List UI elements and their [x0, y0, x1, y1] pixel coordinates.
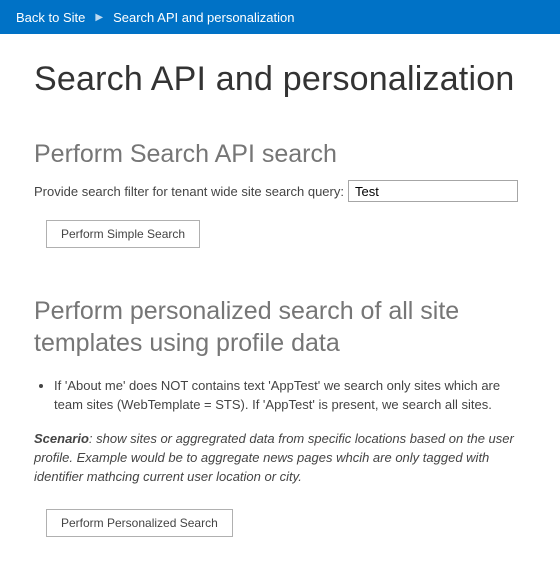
personalized-search-heading: Perform personalized search of all site … — [34, 296, 526, 359]
scenario-text: : show sites or aggregrated data from sp… — [34, 431, 514, 484]
perform-simple-search-button[interactable]: Perform Simple Search — [46, 220, 200, 248]
scenario-label: Scenario — [34, 431, 89, 446]
breadcrumb-bar: Back to Site ▶ Search API and personaliz… — [0, 0, 560, 34]
scenario-paragraph: Scenario: show sites or aggregrated data… — [34, 430, 526, 487]
search-filter-label: Provide search filter for tenant wide si… — [34, 184, 344, 199]
perform-personalized-search-button[interactable]: Perform Personalized Search — [46, 509, 233, 537]
chevron-right-icon: ▶ — [95, 12, 103, 23]
page-title: Search API and personalization — [34, 60, 526, 99]
list-item: If 'About me' does NOT contains text 'Ap… — [54, 377, 526, 415]
breadcrumb-current[interactable]: Search API and personalization — [113, 10, 294, 25]
search-filter-input[interactable] — [348, 180, 518, 202]
back-to-site-link[interactable]: Back to Site — [16, 10, 85, 25]
simple-search-heading: Perform Search API search — [34, 139, 526, 170]
personalized-bullet-list: If 'About me' does NOT contains text 'Ap… — [34, 377, 526, 415]
search-filter-row: Provide search filter for tenant wide si… — [34, 180, 526, 202]
